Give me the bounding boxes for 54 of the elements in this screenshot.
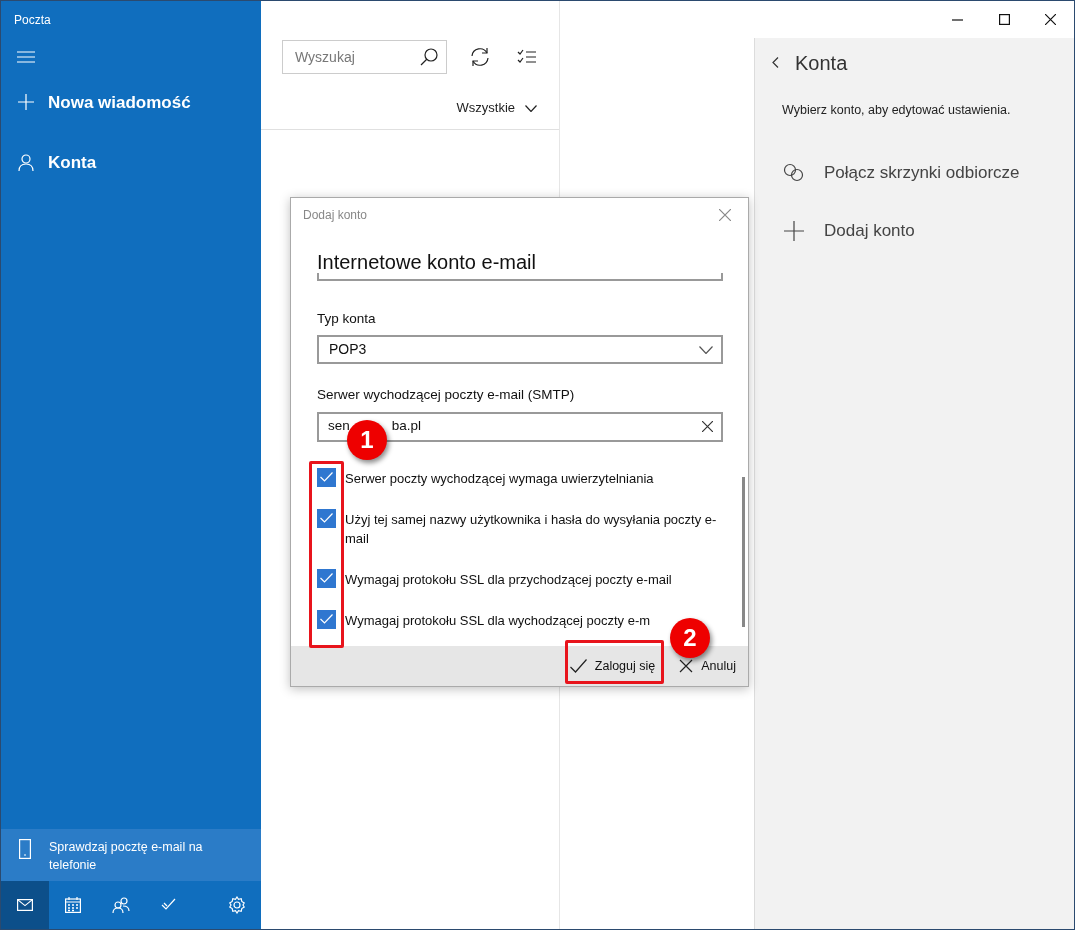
nav-item[interactable]: Konta xyxy=(1,133,261,193)
calendar-icon xyxy=(65,897,81,913)
sign-in-button[interactable]: Zaloguj się xyxy=(569,656,656,676)
checkmark-icon xyxy=(569,659,587,673)
filter-dropdown[interactable]: Wszystkie xyxy=(456,98,537,118)
hint-text: Wybierz konto, aby edytować ustawienia. xyxy=(781,102,1012,119)
search-icon xyxy=(420,48,438,66)
checkbox-label: Użyj tej samej nazwy użytkownika i hasła do wysyłania poczty e-mail xyxy=(345,510,718,548)
checkbox-label: Wymagaj protokołu SSL dla przychodzącej poczty e-mail xyxy=(345,570,672,589)
dialog-title: Dodaj konto xyxy=(303,207,368,224)
promo-banner[interactable]: Sprawdzaj pocztę e-mail na telefonie xyxy=(1,829,261,881)
maximize-icon[interactable] xyxy=(999,14,1010,25)
account-type-dropdown[interactable]: POP3 xyxy=(317,335,723,365)
settings-item[interactable]: Dodaj konto xyxy=(755,201,1074,260)
dialog-heading: Internetowe konto e-mail xyxy=(317,250,537,275)
pane-title: Konta xyxy=(795,50,848,76)
search-field[interactable]: Wyszukaj xyxy=(282,40,447,74)
sync-icon[interactable] xyxy=(470,47,490,67)
check-icon xyxy=(161,898,177,912)
chevron-down-icon xyxy=(699,345,713,354)
checkmark-icon xyxy=(320,573,333,583)
plus-icon xyxy=(18,94,34,112)
nav-button[interactable] xyxy=(1,881,49,929)
app-title: Poczta xyxy=(13,12,52,29)
people-icon xyxy=(112,897,130,913)
link-icon xyxy=(783,162,805,183)
field-label: Serwer wychodzącej poczty e-mail (SMTP) xyxy=(317,386,576,405)
cancel-icon xyxy=(679,659,694,673)
checkmark-icon xyxy=(320,472,333,482)
close-icon[interactable] xyxy=(1045,14,1056,25)
checkbox[interactable] xyxy=(317,609,336,629)
checkmark-icon xyxy=(320,614,333,624)
checkbox[interactable] xyxy=(317,568,336,588)
clear-icon[interactable] xyxy=(702,421,713,432)
person-icon xyxy=(18,154,34,172)
mail-icon xyxy=(17,899,33,911)
nav-item[interactable]: Nowa wiadomość xyxy=(1,73,261,133)
input-field[interactable] xyxy=(317,273,723,281)
menu-icon[interactable] xyxy=(17,51,35,63)
settings-item[interactable]: Połącz skrzynki odbiorcze xyxy=(755,143,1074,202)
plus-icon xyxy=(783,220,805,241)
phone-icon xyxy=(19,839,31,859)
checkbox-label: Serwer poczty wychodzącej wymaga uwierzytelniania xyxy=(345,469,654,488)
chevron-down-icon xyxy=(525,104,537,112)
settings-icon xyxy=(228,896,246,914)
checkmark-icon xyxy=(320,513,333,523)
checkbox[interactable] xyxy=(317,508,336,528)
cancel-button[interactable]: Anuluj xyxy=(679,656,736,676)
back-chevron-icon[interactable] xyxy=(772,57,779,68)
scrollbar[interactable] xyxy=(742,477,745,627)
field-label: Typ konta xyxy=(317,310,377,328)
checkbox[interactable] xyxy=(317,467,336,487)
checklist-icon[interactable] xyxy=(517,49,537,65)
checkbox-label: Wymagaj protokołu SSL dla wychodzącej poczty e-m xyxy=(345,611,651,630)
